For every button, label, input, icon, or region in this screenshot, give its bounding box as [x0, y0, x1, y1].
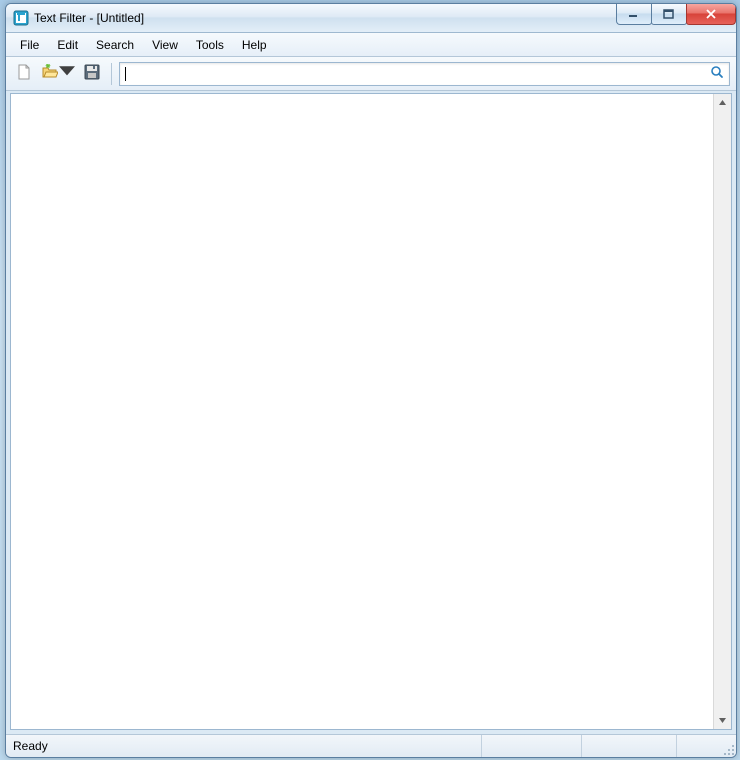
status-pane-2 — [582, 735, 676, 757]
scroll-down-button[interactable] — [714, 712, 731, 729]
statusbar: Ready — [6, 734, 736, 757]
status-pane-1 — [482, 735, 581, 757]
open-file-button[interactable] — [40, 62, 76, 86]
app-icon — [13, 10, 29, 26]
maximize-button[interactable] — [651, 4, 687, 25]
toolbar — [6, 57, 736, 91]
titlebar[interactable]: Text Filter - [Untitled] — [6, 4, 736, 33]
dropdown-arrow-icon[interactable] — [59, 64, 75, 83]
new-file-button[interactable] — [12, 62, 36, 86]
minimize-button[interactable] — [616, 4, 652, 25]
search-box[interactable] — [119, 62, 730, 86]
search-icon — [710, 65, 724, 82]
menu-tools[interactable]: Tools — [187, 33, 233, 56]
client-area — [10, 93, 732, 730]
scroll-up-button[interactable] — [714, 94, 731, 111]
resize-grip[interactable] — [721, 742, 735, 756]
save-button[interactable] — [80, 62, 104, 86]
menu-file[interactable]: File — [11, 33, 48, 56]
vertical-scrollbar[interactable] — [713, 94, 731, 729]
open-folder-icon — [42, 64, 58, 83]
search-submit-button[interactable] — [709, 66, 725, 82]
menu-view[interactable]: View — [143, 33, 187, 56]
menu-help[interactable]: Help — [233, 33, 276, 56]
menubar: File Edit Search View Tools Help — [6, 33, 736, 57]
new-file-icon — [16, 64, 32, 83]
toolbar-separator — [111, 63, 112, 85]
save-disk-icon — [84, 64, 100, 83]
text-editor[interactable] — [11, 94, 713, 729]
menu-edit[interactable]: Edit — [48, 33, 87, 56]
menu-search[interactable]: Search — [87, 33, 143, 56]
search-input[interactable] — [126, 67, 709, 81]
close-button[interactable] — [686, 4, 736, 25]
window-title: Text Filter - [Untitled] — [34, 11, 144, 25]
app-window: Text Filter - [Untitled] File Edit Searc… — [5, 3, 737, 758]
status-text: Ready — [6, 735, 481, 757]
window-controls — [617, 4, 736, 25]
